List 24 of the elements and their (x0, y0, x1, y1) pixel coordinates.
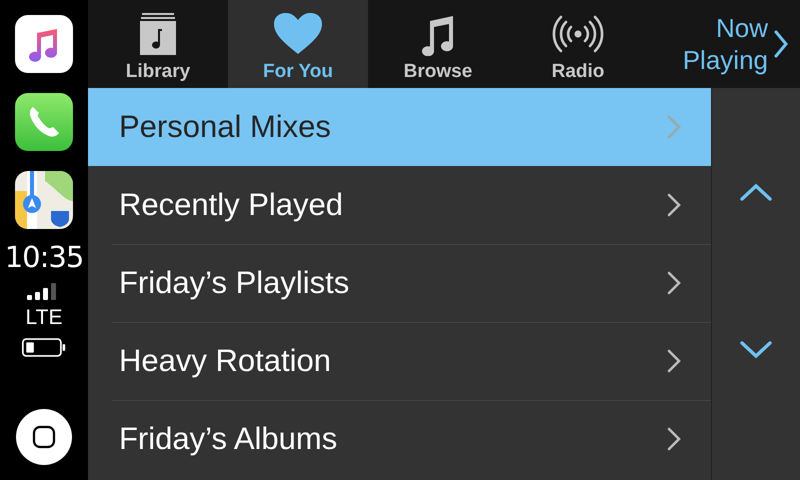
list-item[interactable]: Heavy Rotation (88, 322, 711, 400)
tab[interactable]: Library (88, 0, 228, 88)
chevron-right-icon (667, 349, 681, 373)
chevron-right-icon (774, 30, 788, 58)
network-label: LTE (26, 306, 62, 330)
rounded-square-icon (32, 425, 56, 449)
chevron-right-icon (667, 427, 681, 451)
battery-icon (22, 338, 66, 357)
list-item[interactable]: Recently Played (88, 166, 711, 244)
phone-app-icon[interactable] (15, 93, 73, 151)
heart-icon (273, 12, 323, 56)
tab[interactable]: Radio (508, 0, 648, 88)
list-item[interactable]: Personal Mixes (88, 88, 711, 166)
list-item[interactable]: Friday’s Playlists (88, 244, 711, 322)
music-app-icon[interactable] (15, 15, 73, 73)
tab[interactable]: Browse (368, 0, 508, 88)
list-item[interactable]: Friday’s Albums (88, 400, 711, 478)
maps-app-icon[interactable] (15, 171, 73, 229)
tab[interactable]: For You (228, 0, 368, 88)
now-playing-button[interactable]: Now Playing (648, 0, 800, 88)
chevron-right-icon (667, 271, 681, 295)
clock-time: 10:35 (4, 243, 84, 272)
chevron-right-icon (667, 115, 681, 139)
chevron-right-icon (667, 193, 681, 217)
